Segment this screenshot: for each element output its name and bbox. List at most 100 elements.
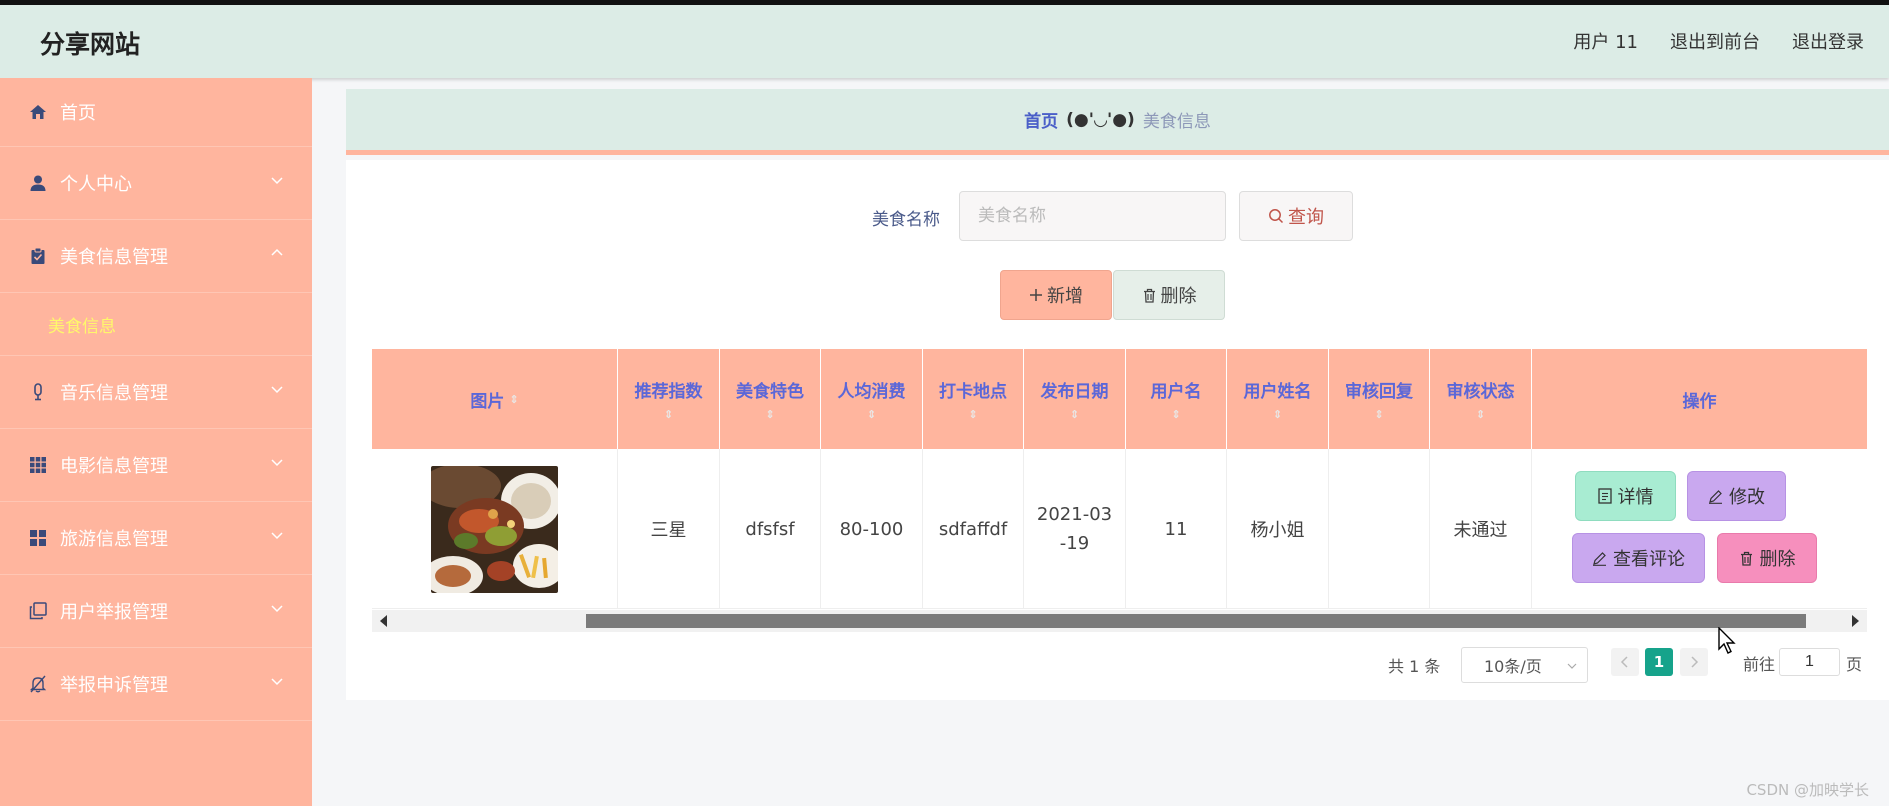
delete-row-button[interactable]: 删除 [1717,533,1817,583]
breadcrumb-home[interactable]: 首页 [1024,107,1058,132]
sidebar-item-home[interactable]: 首页 [0,78,312,147]
sidebar-item-personal-center[interactable]: 个人中心 [0,147,312,220]
current-user[interactable]: 用户 11 [1573,28,1638,54]
apps-icon [28,528,48,548]
detail-button[interactable]: 详情 [1575,471,1676,521]
cell-date-line2: -19 [1059,533,1090,554]
trash-icon [1143,288,1155,303]
cell-location: sdfaffdf [923,449,1024,609]
batch-delete-button[interactable]: 删除 [1113,270,1225,320]
table-header: 图片 ⇕ 推荐指数 ⇕ 美食特色 ⇕ 人均消费 ⇕ 打卡地点 ⇕ 发布日期 ⇕ 用户名 ⇕ 用… [372,349,1867,449]
sidebar-item-label: 举报申诉管理 [60,675,168,696]
goto-suffix: 页 [1846,655,1863,674]
cell-status: 未通过 [1430,449,1532,609]
column-header-username[interactable]: 用户名 ⇕ [1126,349,1227,449]
top-bar-actions: 用户 11 退出到前台 退出登录 [1573,28,1864,54]
app-title: 分享网站 [40,30,141,59]
column-header-location[interactable]: 打卡地点 ⇕ [923,349,1024,449]
goto-page-input[interactable] [1779,648,1840,676]
goto-prefix: 前往 [1743,655,1776,674]
sidebar-item-movie-management[interactable]: 电影信息管理 [0,429,312,502]
sidebar-item-label: 音乐信息管理 [60,383,168,404]
sidebar-item-report-management[interactable]: 用户举报管理 [0,575,312,648]
chevron-up-icon [271,248,283,256]
watermark: CSDN @加映学长 [1746,781,1869,799]
grid-icon [28,455,48,475]
view-comments-button[interactable]: 查看评论 [1572,533,1705,583]
edit-button-label: 修改 [1729,487,1765,508]
sidebar-item-travel-management[interactable]: 旅游信息管理 [0,502,312,575]
sidebar-item-music-management[interactable]: 音乐信息管理 [0,356,312,429]
cell-date: 2021-03 -19 [1024,449,1126,609]
chevron-down-icon [271,459,283,467]
scroll-right-arrow[interactable] [1852,615,1859,627]
chevron-down-icon [271,386,283,394]
document-icon [1597,488,1612,504]
column-header-status[interactable]: 审核状态 ⇕ [1430,349,1532,449]
detail-button-label: 详情 [1617,487,1654,508]
scrollbar-thumb[interactable] [586,614,1806,628]
column-header-feature[interactable]: 美食特色 ⇕ [720,349,821,449]
breadcrumb-current: 美食信息 [1142,112,1211,132]
sidebar-item-label: 用户举报管理 [60,602,168,623]
column-header-reply[interactable]: 审核回复 ⇕ [1329,349,1430,449]
chevron-down-icon [271,532,283,540]
add-button[interactable]: 新增 [1000,270,1112,320]
column-header-date[interactable]: 发布日期 ⇕ [1024,349,1126,449]
search-icon [1269,209,1284,224]
edit-icon [1709,489,1722,504]
chevron-right-icon [1691,656,1699,668]
mic-icon [28,382,48,402]
table-horizontal-scrollbar[interactable] [372,610,1867,632]
sidebar-item-appeal-management[interactable]: 举报申诉管理 [0,648,312,721]
page-size-value: 10条/页 [1484,657,1542,676]
cell-image [372,449,618,609]
chevron-down-icon [271,605,283,613]
column-header-rating[interactable]: 推荐指数 ⇕ [618,349,720,449]
query-button[interactable]: 查询 [1239,191,1353,241]
sidebar-item-label: 美食信息管理 [60,247,168,268]
plus-icon [1030,289,1042,301]
page-size-select[interactable]: 10条/页 [1461,647,1588,683]
sidebar-item-label: 旅游信息管理 [60,529,168,550]
cell-username: 11 [1126,449,1227,609]
cell-rating: 三星 [618,449,720,609]
scroll-left-arrow[interactable] [380,615,387,627]
pagination-total: 共 1 条 [1388,657,1441,676]
breadcrumb: 首页 (●'◡'●) 美食信息 [346,89,1889,155]
sidebar: 首页 个人中心 美食信息管理 美食信息 音乐信息管理 电影信息管理 旅游信息管理 [0,78,312,806]
breadcrumb-separator: (●'◡'●) [1066,109,1135,130]
sidebar-item-food-management[interactable]: 美食信息管理 [0,220,312,293]
copy-icon [28,601,48,621]
chevron-down-icon [1567,663,1577,669]
add-button-label: 新增 [1047,286,1083,307]
batch-delete-button-label: 删除 [1160,286,1197,307]
sidebar-subitem-food-info[interactable]: 美食信息 [0,293,312,356]
table-row: 三星 dfsfsf 80-100 sdfaffdf 2021-03 -19 11… [372,449,1867,609]
edit-button[interactable]: 修改 [1687,471,1786,521]
column-header-image[interactable]: 图片 ⇕ [372,349,618,449]
sidebar-item-label: 个人中心 [60,174,132,195]
query-button-label: 查询 [1288,207,1324,228]
cell-actions: 详情 修改 查看评论 删除 [1532,449,1867,609]
search-input[interactable] [959,191,1226,241]
back-to-front-link[interactable]: 退出到前台 [1670,28,1760,54]
cell-realname: 杨小姐 [1227,449,1329,609]
food-thumbnail[interactable] [431,465,558,593]
prev-page-button[interactable] [1611,648,1639,676]
bell-off-icon [28,674,48,694]
cell-feature: dfsfsf [720,449,821,609]
chevron-down-icon [271,177,283,185]
home-icon [28,102,48,122]
chevron-down-icon [271,678,283,686]
page-number-current[interactable]: 1 [1645,648,1673,676]
chevron-left-icon [1620,656,1628,668]
next-page-button[interactable] [1680,648,1708,676]
column-header-cost[interactable]: 人均消费 ⇕ [821,349,923,449]
column-header-actions: 操作 [1682,391,1717,412]
sidebar-item-label: 首页 [60,103,96,124]
clipboard-icon [28,246,48,266]
delete-row-button-label: 删除 [1759,549,1796,570]
logout-link[interactable]: 退出登录 [1792,28,1864,54]
column-header-realname[interactable]: 用户姓名 ⇕ [1227,349,1329,449]
